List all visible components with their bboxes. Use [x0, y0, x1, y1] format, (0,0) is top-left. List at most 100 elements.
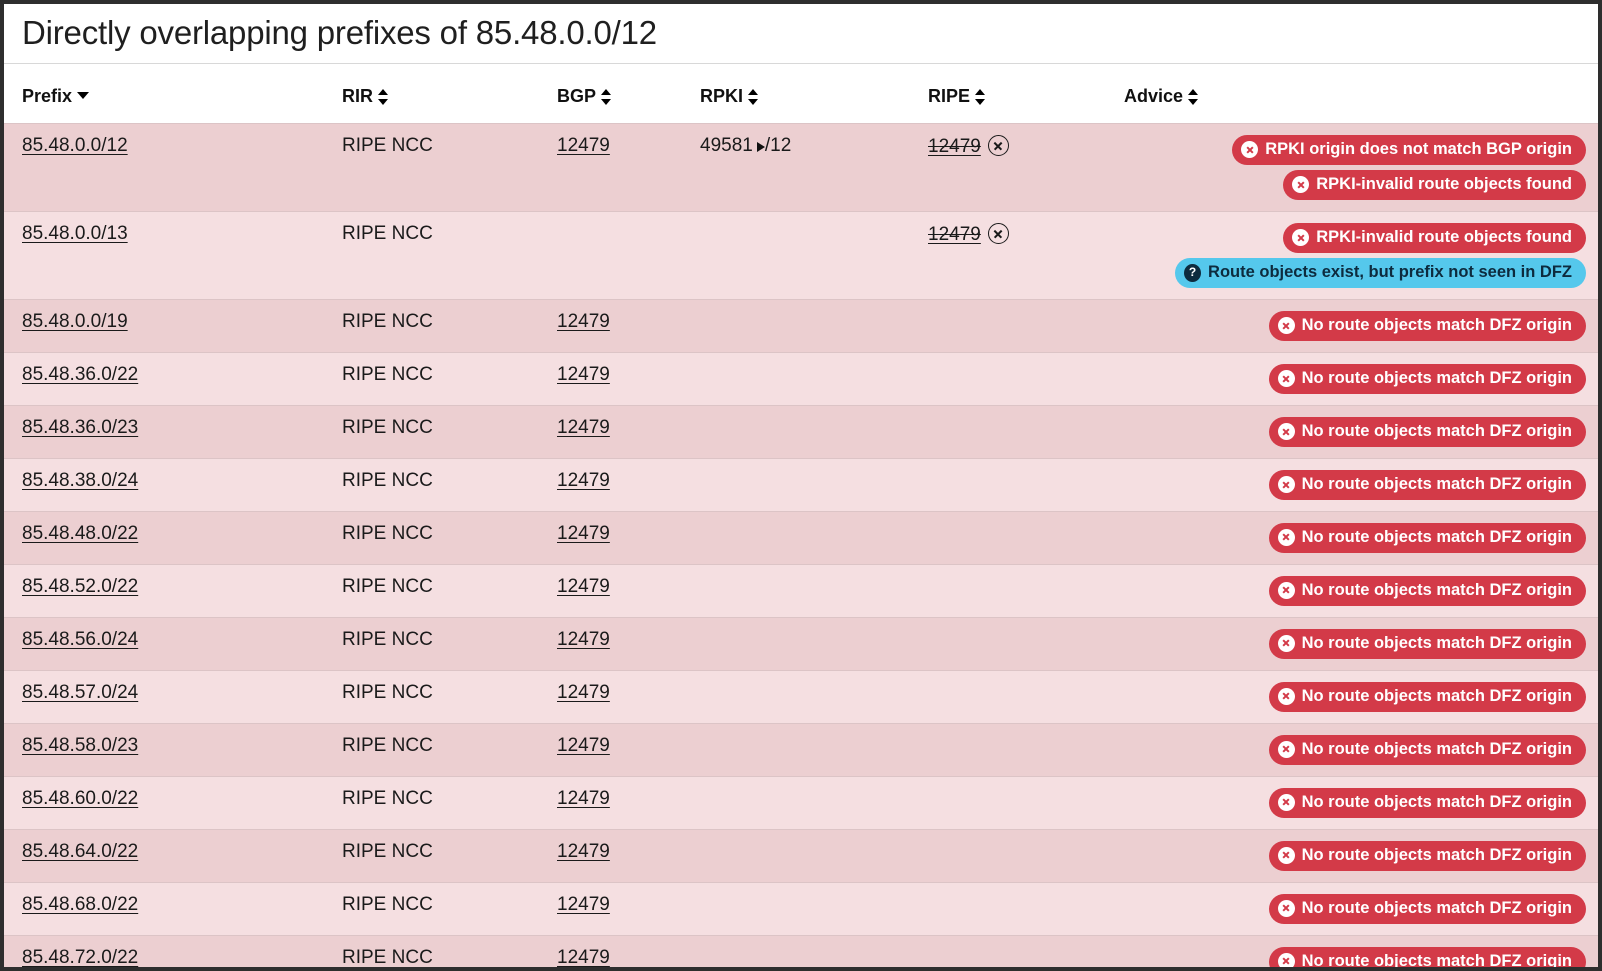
advice-badge-stack: No route objects match DFZ origin — [1124, 894, 1586, 924]
cell-bgp: 12479 — [557, 670, 700, 723]
cell-rpki — [700, 459, 928, 512]
cell-rir: RIPE NCC — [342, 829, 557, 882]
advice-badge-stack: No route objects match DFZ origin — [1124, 947, 1586, 971]
ripe-asn-link[interactable]: 12479 — [928, 136, 981, 157]
cell-ripe: 12479 — [928, 124, 1124, 212]
column-header-advice[interactable]: Advice — [1124, 64, 1598, 124]
table-row: 85.48.68.0/22RIPE NCC12479No route objec… — [4, 882, 1598, 935]
prefix-link[interactable]: 85.48.36.0/23 — [22, 417, 138, 438]
cell-rpki — [700, 406, 928, 459]
sort-descending-icon[interactable] — [77, 92, 89, 99]
advice-badge-label: No route objects match DFZ origin — [1302, 687, 1572, 706]
bgp-asn-link[interactable]: 12479 — [557, 788, 610, 809]
bgp-asn-link[interactable]: 12479 — [557, 470, 610, 491]
column-header-prefix[interactable]: Prefix — [4, 64, 342, 124]
cell-bgp: 12479 — [557, 124, 700, 212]
advice-badge: No route objects match DFZ origin — [1269, 947, 1586, 971]
x-circle-icon — [1278, 900, 1295, 917]
advice-badge: No route objects match DFZ origin — [1269, 788, 1586, 818]
prefix-link[interactable]: 85.48.60.0/22 — [22, 788, 138, 809]
cell-bgp: 12479 — [557, 353, 700, 406]
cell-advice: No route objects match DFZ origin — [1124, 512, 1598, 565]
cell-advice: No route objects match DFZ origin — [1124, 935, 1598, 971]
bgp-asn-link[interactable]: 12479 — [557, 417, 610, 438]
column-header-rir[interactable]: RIR — [342, 64, 557, 124]
advice-badge-stack: No route objects match DFZ origin — [1124, 841, 1586, 871]
cell-ripe — [928, 829, 1124, 882]
cell-prefix: 85.48.56.0/24 — [4, 617, 342, 670]
question-circle-icon: ? — [1184, 264, 1201, 282]
bgp-asn-link[interactable]: 12479 — [557, 311, 610, 332]
advice-badge: ? Route objects exist, but prefix not see… — [1175, 258, 1586, 288]
cell-rpki — [700, 353, 928, 406]
prefix-link[interactable]: 85.48.56.0/24 — [22, 629, 138, 650]
advice-badge-label: No route objects match DFZ origin — [1302, 634, 1572, 653]
advice-badge-stack: No route objects match DFZ origin — [1124, 470, 1586, 500]
cell-bgp: 12479 — [557, 723, 700, 776]
advice-badge-label: No route objects match DFZ origin — [1302, 422, 1572, 441]
prefix-link[interactable]: 85.48.38.0/24 — [22, 470, 138, 491]
prefix-link[interactable]: 85.48.57.0/24 — [22, 682, 138, 703]
bgp-asn-link[interactable]: 12479 — [557, 682, 610, 703]
advice-badge-label: Route objects exist, but prefix not seen… — [1208, 263, 1572, 282]
bgp-asn-link[interactable]: 12479 — [557, 523, 610, 544]
sort-both-icon[interactable] — [748, 88, 759, 106]
bgp-asn-link[interactable]: 12479 — [557, 629, 610, 650]
prefix-link[interactable]: 85.48.48.0/22 — [22, 523, 138, 544]
cell-prefix: 85.48.0.0/12 — [4, 124, 342, 212]
table-row: 85.48.52.0/22RIPE NCC12479No route objec… — [4, 564, 1598, 617]
cell-bgp: 12479 — [557, 459, 700, 512]
bgp-asn-link[interactable]: 12479 — [557, 576, 610, 597]
advice-badge-stack: No route objects match DFZ origin — [1124, 523, 1586, 553]
prefix-link[interactable]: 85.48.68.0/22 — [22, 894, 138, 915]
cell-bgp: 12479 — [557, 882, 700, 935]
bgp-asn-link[interactable]: 12479 — [557, 135, 610, 156]
circle-x-icon[interactable] — [988, 135, 1009, 156]
advice-badge: No route objects match DFZ origin — [1269, 682, 1586, 712]
table-row: 85.48.56.0/24RIPE NCC12479No route objec… — [4, 617, 1598, 670]
column-header-rpki[interactable]: RPKI — [700, 64, 928, 124]
prefix-link[interactable]: 85.48.36.0/22 — [22, 364, 138, 385]
column-header-advice-label: Advice — [1124, 86, 1183, 107]
advice-badge: No route objects match DFZ origin — [1269, 576, 1586, 606]
sort-both-icon[interactable] — [378, 88, 389, 106]
advice-badge: RPKI-invalid route objects found — [1283, 223, 1586, 253]
advice-badge: No route objects match DFZ origin — [1269, 417, 1586, 447]
cell-bgp: 12479 — [557, 300, 700, 353]
x-circle-icon — [1278, 370, 1295, 387]
bgp-asn-link[interactable]: 12479 — [557, 947, 610, 968]
sort-both-icon[interactable] — [975, 88, 986, 106]
table-row: 85.48.36.0/22RIPE NCC12479No route objec… — [4, 353, 1598, 406]
sort-both-icon[interactable] — [601, 88, 612, 106]
cell-ripe — [928, 617, 1124, 670]
prefix-link[interactable]: 85.48.0.0/13 — [22, 223, 128, 244]
sort-both-icon[interactable] — [1188, 88, 1199, 106]
page-title: Directly overlapping prefixes of 85.48.0… — [22, 12, 1598, 53]
advice-badge: RPKI-invalid route objects found — [1283, 170, 1586, 200]
bgp-asn-link[interactable]: 12479 — [557, 735, 610, 756]
prefix-link[interactable]: 85.48.64.0/22 — [22, 841, 138, 862]
bgp-asn-link[interactable]: 12479 — [557, 841, 610, 862]
advice-badge-stack: No route objects match DFZ origin — [1124, 576, 1586, 606]
table-row: 85.48.0.0/19RIPE NCC12479No route object… — [4, 300, 1598, 353]
advice-badge-stack: RPKI-invalid route objects found? Route o… — [1124, 223, 1586, 288]
circle-x-icon[interactable] — [988, 223, 1009, 244]
cell-rpki: 49581/12 — [700, 124, 928, 212]
prefix-link[interactable]: 85.48.52.0/22 — [22, 576, 138, 597]
cell-ripe — [928, 935, 1124, 971]
column-header-bgp[interactable]: BGP — [557, 64, 700, 124]
cell-rir: RIPE NCC — [342, 723, 557, 776]
overlapping-prefixes-panel: Directly overlapping prefixes of 85.48.0… — [0, 0, 1602, 971]
cell-bgp: 12479 — [557, 935, 700, 971]
bgp-asn-link[interactable]: 12479 — [557, 894, 610, 915]
prefix-link[interactable]: 85.48.0.0/12 — [22, 135, 128, 156]
prefix-link[interactable]: 85.48.58.0/23 — [22, 735, 138, 756]
prefix-link[interactable]: 85.48.72.0/22 — [22, 947, 138, 968]
bgp-asn-link[interactable]: 12479 — [557, 364, 610, 385]
prefix-link[interactable]: 85.48.0.0/19 — [22, 311, 128, 332]
ripe-asn-link[interactable]: 12479 — [928, 224, 981, 245]
column-header-ripe[interactable]: RIPE — [928, 64, 1124, 124]
table-row: 85.48.48.0/22RIPE NCC12479No route objec… — [4, 512, 1598, 565]
table-row: 85.48.64.0/22 RIPE NCC12479 No route objec… — [4, 829, 1598, 882]
cell-rpki — [700, 212, 928, 300]
